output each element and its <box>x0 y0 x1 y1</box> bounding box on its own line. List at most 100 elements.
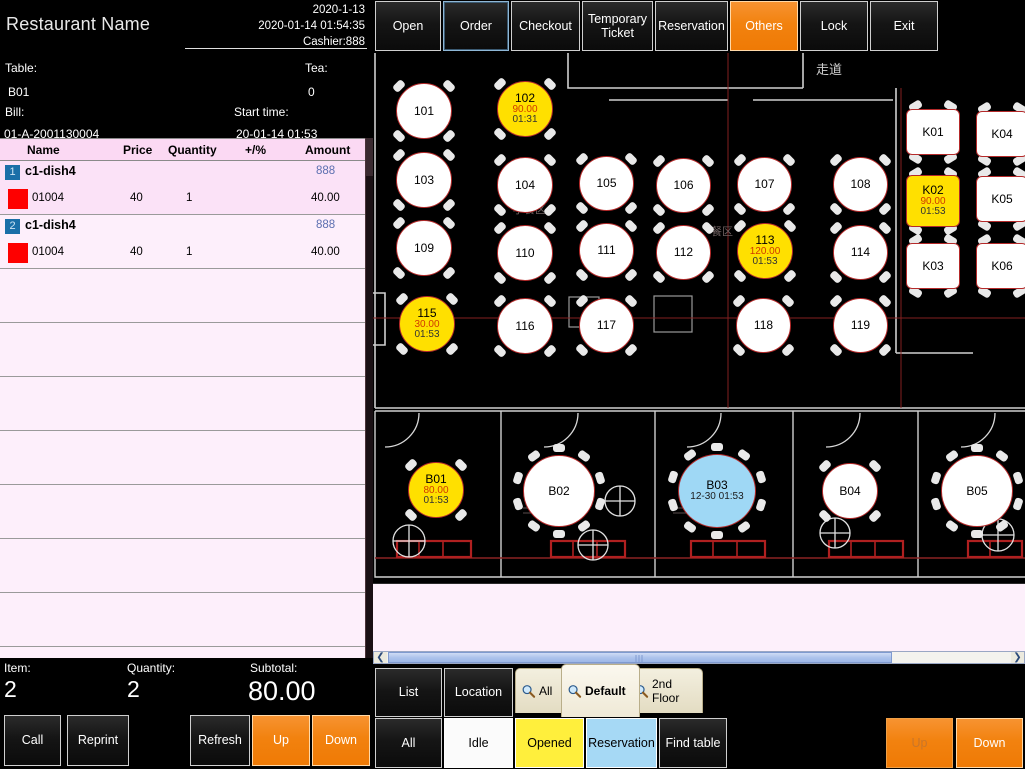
table-115[interactable]: 115 30.00 01:53 <box>399 296 455 352</box>
totals-bar: Item: 2 Quantity: 2 Subtotal: 80.00 <box>0 660 373 712</box>
table-number: 112 <box>673 245 694 260</box>
column-header-name: Name <box>27 143 60 157</box>
table-104[interactable]: 104 <box>497 157 553 213</box>
table-110[interactable]: 110 <box>497 225 553 281</box>
floor-plan-view[interactable]: 走道 小餐区 餐区 10110290.0001:3110310410510610… <box>373 53 1025 583</box>
column-header-percent: +/% <box>245 143 267 157</box>
location-view-button[interactable]: Location <box>444 668 513 717</box>
table-K06[interactable]: K06 <box>976 243 1025 289</box>
tab-default[interactable]: Default <box>561 664 640 717</box>
nav-order-button[interactable]: Order <box>443 1 509 51</box>
table-109[interactable]: 109 <box>396 220 452 276</box>
table-K04[interactable]: K04 <box>976 111 1025 157</box>
nav-reservation-button[interactable]: Reservation <box>655 1 728 51</box>
refresh-button[interactable]: Refresh <box>190 715 250 766</box>
filter-reservation-button[interactable]: Reservation <box>586 718 657 768</box>
down-button[interactable]: Down <box>312 715 370 766</box>
tab-all[interactable]: All <box>515 668 566 713</box>
scroll-left-arrow[interactable]: ❮ <box>374 652 387 663</box>
table-number: K06 <box>991 258 1013 273</box>
table-B01[interactable]: B01 80.00 01:53 <box>408 462 464 518</box>
table-number: 107 <box>754 177 775 192</box>
order-item-line-top: 1 c1-dish4 888 <box>0 161 365 188</box>
nav-checkout-button[interactable]: Checkout <box>511 1 580 51</box>
table-114[interactable]: 114 <box>833 225 888 280</box>
header-date: 2020-1-13 <box>312 4 365 16</box>
nav-exit-button[interactable]: Exit <box>870 1 938 51</box>
order-item-quantity: 1 <box>186 246 193 258</box>
table-number: 118 <box>753 318 774 333</box>
table-K02[interactable]: K02 90.00 01:53 <box>906 175 960 227</box>
order-empty-row[interactable] <box>0 485 365 539</box>
nav-others-button[interactable]: Others <box>730 1 798 51</box>
order-empty-row[interactable] <box>0 269 365 323</box>
scroll-right-arrow[interactable]: ❯ <box>1011 652 1024 663</box>
table-B04[interactable]: B04 <box>822 463 878 519</box>
table-B02[interactable]: B02 <box>523 455 595 527</box>
horizontal-scroll-thumb[interactable] <box>388 652 892 663</box>
table-label: Table: <box>5 61 38 75</box>
table-119[interactable]: 119 <box>833 298 888 353</box>
table-106[interactable]: 106 <box>656 158 711 213</box>
table-number: 116 <box>515 318 535 333</box>
table-number: B04 <box>839 483 861 498</box>
order-item-line-top: 2 c1-dish4 888 <box>0 215 365 242</box>
filter-idle-button[interactable]: Idle <box>444 718 513 768</box>
reprint-button[interactable]: Reprint <box>67 715 129 766</box>
table-value: B01 <box>8 85 30 99</box>
chair-icon <box>711 531 723 539</box>
table-101[interactable]: 101 <box>396 83 452 139</box>
table-118[interactable]: 118 <box>736 298 791 353</box>
order-items-grid[interactable]: Name Price Quantity +/% Amount 1 c1-dish4… <box>0 138 373 658</box>
table-B05[interactable]: B05 <box>941 455 1013 527</box>
table-102[interactable]: 102 90.00 01:31 <box>497 81 553 137</box>
table-103[interactable]: 103 <box>396 152 452 208</box>
order-item-code: 01004 <box>32 192 64 204</box>
table-K05[interactable]: K05 <box>976 176 1025 222</box>
table-108[interactable]: 108 <box>833 157 888 212</box>
table-K03[interactable]: K03 <box>906 243 960 289</box>
order-empty-row[interactable] <box>0 323 365 377</box>
order-empty-row[interactable] <box>0 431 365 485</box>
table-number: 104 <box>514 177 536 192</box>
table-107[interactable]: 107 <box>737 157 792 212</box>
table-number: 106 <box>673 178 694 193</box>
quantity-label: Quantity: <box>127 661 176 675</box>
find-table-button[interactable]: Find table <box>659 718 727 768</box>
table-113[interactable]: 113 120.00 01:53 <box>737 223 793 279</box>
page-down-button[interactable]: Down <box>956 718 1023 768</box>
table-number: 114 <box>850 245 871 260</box>
order-empty-row[interactable] <box>0 377 365 431</box>
list-view-button[interactable]: List <box>375 668 442 717</box>
table-B03[interactable]: B03 12-30 01:53 <box>678 454 756 528</box>
call-button[interactable]: Call <box>4 715 61 766</box>
table-112[interactable]: 112 <box>656 225 711 280</box>
table-117[interactable]: 117 <box>579 298 634 353</box>
nav-temporary-ticket-button[interactable]: Temporary Ticket <box>582 1 653 51</box>
tab-all-label: All <box>539 684 553 698</box>
order-grid-scrollbar[interactable] <box>365 138 374 658</box>
subtotal-value: 80.00 <box>248 676 316 706</box>
order-item-row[interactable]: 2 c1-dish4 888 01004 40 1 40.00 <box>0 215 365 269</box>
order-empty-row[interactable] <box>0 539 365 593</box>
order-item-row[interactable]: 1 c1-dish4 888 01004 40 1 40.00 <box>0 161 365 215</box>
nav-lock-button[interactable]: Lock <box>800 1 868 51</box>
grid-body[interactable]: 1 c1-dish4 888 01004 40 1 40.00 2 c1-dish4 888 010… <box>0 161 365 659</box>
page-up-button[interactable]: Up <box>886 718 953 768</box>
chair-icon <box>553 530 565 538</box>
up-button[interactable]: Up <box>252 715 310 766</box>
table-K01[interactable]: K01 <box>906 109 960 155</box>
table-116[interactable]: 116 <box>497 298 553 354</box>
table-105[interactable]: 105 <box>579 156 634 211</box>
floor-horizontal-scrollbar[interactable]: ❮ ❯ <box>373 651 1025 664</box>
order-item-amount: 40.00 <box>311 246 340 258</box>
filter-all-button[interactable]: All <box>375 718 442 768</box>
order-empty-row[interactable] <box>0 593 365 647</box>
search-icon <box>567 684 582 699</box>
table-number: 119 <box>850 318 871 333</box>
nav-open-button[interactable]: Open <box>375 1 441 51</box>
table-111[interactable]: 111 <box>579 223 634 278</box>
filter-opened-button[interactable]: Opened <box>515 718 584 768</box>
table-number: 113 <box>755 233 775 248</box>
table-number: 110 <box>515 245 535 260</box>
